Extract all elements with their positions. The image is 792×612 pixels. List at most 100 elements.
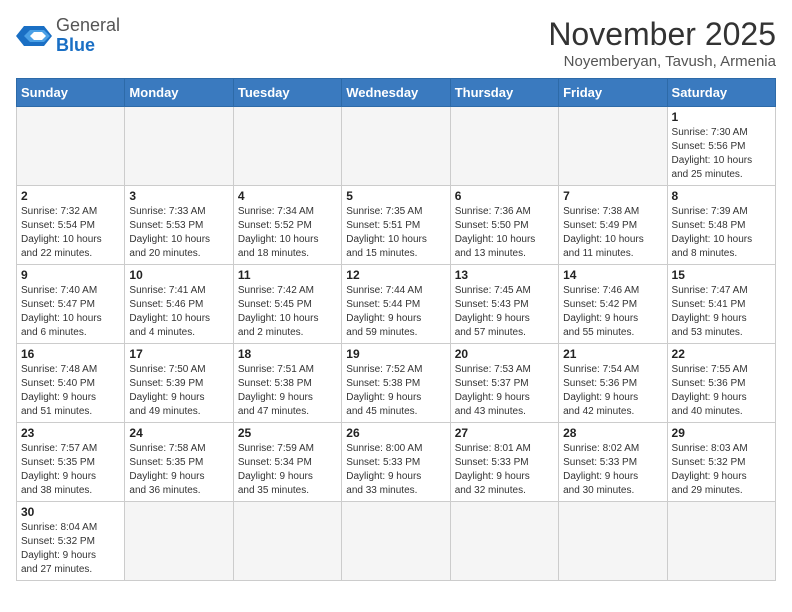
logo: General Blue (16, 16, 120, 56)
day-info: Sunrise: 7:34 AM Sunset: 5:52 PM Dayligh… (238, 205, 337, 261)
day-cell-15: 15 Sunrise: 7:47 AM Sunset: 5:41 PM Dayli… (667, 265, 775, 344)
weekday-header-saturday: Saturday (667, 79, 775, 107)
calendar-row: 30 Sunrise: 8:04 AM Sunset: 5:32 PM Dayli… (17, 502, 776, 581)
day-info: Sunrise: 7:44 AM Sunset: 5:44 PM Dayligh… (346, 284, 445, 340)
day-number: 24 (129, 426, 228, 440)
day-cell-21: 21 Sunrise: 7:54 AM Sunset: 5:36 PM Dayli… (559, 344, 667, 423)
day-cell-19: 19 Sunrise: 7:52 AM Sunset: 5:38 PM Dayli… (342, 344, 450, 423)
day-number: 23 (21, 426, 120, 440)
day-number: 11 (238, 268, 337, 282)
page-header: General Blue November 2025 Noyemberyan, … (16, 16, 776, 70)
day-info: Sunrise: 7:52 AM Sunset: 5:38 PM Dayligh… (346, 363, 445, 419)
day-cell-5: 5 Sunrise: 7:35 AM Sunset: 5:51 PM Daylig… (342, 186, 450, 265)
day-info: Sunrise: 7:58 AM Sunset: 5:35 PM Dayligh… (129, 442, 228, 498)
empty-cell (450, 107, 558, 186)
day-info: Sunrise: 7:32 AM Sunset: 5:54 PM Dayligh… (21, 205, 120, 261)
day-number: 16 (21, 347, 120, 361)
day-number: 1 (672, 110, 771, 124)
day-number: 25 (238, 426, 337, 440)
day-cell-2: 2Sunrise: 7:32 AM Sunset: 5:54 PM Daylig… (17, 186, 125, 265)
weekday-header-friday: Friday (559, 79, 667, 107)
day-info: Sunrise: 7:54 AM Sunset: 5:36 PM Dayligh… (563, 363, 662, 419)
calendar-row: 23 Sunrise: 7:57 AM Sunset: 5:35 PM Dayli… (17, 423, 776, 502)
day-number: 14 (563, 268, 662, 282)
day-info: Sunrise: 7:59 AM Sunset: 5:34 PM Dayligh… (238, 442, 337, 498)
day-number: 19 (346, 347, 445, 361)
day-cell-29: 29 Sunrise: 8:03 AM Sunset: 5:32 PM Dayli… (667, 423, 775, 502)
empty-cell (233, 502, 341, 581)
day-info: Sunrise: 7:47 AM Sunset: 5:41 PM Dayligh… (672, 284, 771, 340)
weekday-header-tuesday: Tuesday (233, 79, 341, 107)
day-cell-6: 6Sunrise: 7:36 AM Sunset: 5:50 PM Daylig… (450, 186, 558, 265)
day-number: 8 (672, 189, 771, 203)
day-info: Sunrise: 7:36 AM Sunset: 5:50 PM Dayligh… (455, 205, 554, 261)
day-number: 22 (672, 347, 771, 361)
empty-cell (450, 502, 558, 581)
day-number: 10 (129, 268, 228, 282)
day-cell-8: 8Sunrise: 7:39 AM Sunset: 5:48 PM Daylig… (667, 186, 775, 265)
day-cell-10: 10 Sunrise: 7:41 AM Sunset: 5:46 PM Dayli… (125, 265, 233, 344)
empty-cell (233, 107, 341, 186)
weekday-header-wednesday: Wednesday (342, 79, 450, 107)
day-info: Sunrise: 8:03 AM Sunset: 5:32 PM Dayligh… (672, 442, 771, 498)
day-cell-4: 4 Sunrise: 7:34 AM Sunset: 5:52 PM Daylig… (233, 186, 341, 265)
logo-icon (16, 22, 52, 50)
day-info: Sunrise: 7:53 AM Sunset: 5:37 PM Dayligh… (455, 363, 554, 419)
day-number: 26 (346, 426, 445, 440)
empty-cell (342, 502, 450, 581)
weekday-header-monday: Monday (125, 79, 233, 107)
weekday-header-thursday: Thursday (450, 79, 558, 107)
day-number: 5 (346, 189, 445, 203)
calendar-row: 16 Sunrise: 7:48 AM Sunset: 5:40 PM Dayli… (17, 344, 776, 423)
calendar-title: November 2025 (548, 16, 776, 53)
day-cell-27: 27Sunrise: 8:01 AM Sunset: 5:33 PM Dayli… (450, 423, 558, 502)
title-block: November 2025 Noyemberyan, Tavush, Armen… (548, 16, 776, 70)
day-cell-26: 26Sunrise: 8:00 AM Sunset: 5:33 PM Dayli… (342, 423, 450, 502)
calendar-subtitle: Noyemberyan, Tavush, Armenia (548, 53, 776, 70)
day-cell-28: 28 Sunrise: 8:02 AM Sunset: 5:33 PM Dayli… (559, 423, 667, 502)
empty-cell (559, 502, 667, 581)
day-info: Sunrise: 7:48 AM Sunset: 5:40 PM Dayligh… (21, 363, 120, 419)
day-info: Sunrise: 7:33 AM Sunset: 5:53 PM Dayligh… (129, 205, 228, 261)
calendar-table: SundayMondayTuesdayWednesdayThursdayFrid… (16, 78, 776, 581)
day-cell-3: 3 Sunrise: 7:33 AM Sunset: 5:53 PM Daylig… (125, 186, 233, 265)
empty-cell (342, 107, 450, 186)
day-info: Sunrise: 7:46 AM Sunset: 5:42 PM Dayligh… (563, 284, 662, 340)
day-cell-1: 1 Sunrise: 7:30 AM Sunset: 5:56 PM Daylig… (667, 107, 775, 186)
empty-cell (125, 502, 233, 581)
calendar-row: 1 Sunrise: 7:30 AM Sunset: 5:56 PM Daylig… (17, 107, 776, 186)
day-info: Sunrise: 8:04 AM Sunset: 5:32 PM Dayligh… (21, 521, 120, 577)
day-number: 21 (563, 347, 662, 361)
day-cell-14: 14 Sunrise: 7:46 AM Sunset: 5:42 PM Dayli… (559, 265, 667, 344)
calendar-row: 2Sunrise: 7:32 AM Sunset: 5:54 PM Daylig… (17, 186, 776, 265)
day-cell-13: 13Sunrise: 7:45 AM Sunset: 5:43 PM Dayli… (450, 265, 558, 344)
day-number: 9 (21, 268, 120, 282)
weekday-header-sunday: Sunday (17, 79, 125, 107)
day-number: 29 (672, 426, 771, 440)
empty-cell (125, 107, 233, 186)
day-number: 3 (129, 189, 228, 203)
day-number: 4 (238, 189, 337, 203)
day-info: Sunrise: 7:41 AM Sunset: 5:46 PM Dayligh… (129, 284, 228, 340)
day-number: 30 (21, 505, 120, 519)
day-cell-16: 16 Sunrise: 7:48 AM Sunset: 5:40 PM Dayli… (17, 344, 125, 423)
day-info: Sunrise: 7:55 AM Sunset: 5:36 PM Dayligh… (672, 363, 771, 419)
day-number: 17 (129, 347, 228, 361)
day-number: 12 (346, 268, 445, 282)
empty-cell (667, 502, 775, 581)
day-info: Sunrise: 7:38 AM Sunset: 5:49 PM Dayligh… (563, 205, 662, 261)
day-number: 20 (455, 347, 554, 361)
day-info: Sunrise: 7:30 AM Sunset: 5:56 PM Dayligh… (672, 126, 771, 182)
day-cell-25: 25 Sunrise: 7:59 AM Sunset: 5:34 PM Dayli… (233, 423, 341, 502)
day-number: 28 (563, 426, 662, 440)
day-cell-12: 12 Sunrise: 7:44 AM Sunset: 5:44 PM Dayli… (342, 265, 450, 344)
weekday-header-row: SundayMondayTuesdayWednesdayThursdayFrid… (17, 79, 776, 107)
day-info: Sunrise: 7:40 AM Sunset: 5:47 PM Dayligh… (21, 284, 120, 340)
day-info: Sunrise: 7:35 AM Sunset: 5:51 PM Dayligh… (346, 205, 445, 261)
day-info: Sunrise: 7:57 AM Sunset: 5:35 PM Dayligh… (21, 442, 120, 498)
day-info: Sunrise: 8:02 AM Sunset: 5:33 PM Dayligh… (563, 442, 662, 498)
day-number: 15 (672, 268, 771, 282)
day-cell-22: 22 Sunrise: 7:55 AM Sunset: 5:36 PM Dayli… (667, 344, 775, 423)
day-info: Sunrise: 7:42 AM Sunset: 5:45 PM Dayligh… (238, 284, 337, 340)
day-cell-30: 30 Sunrise: 8:04 AM Sunset: 5:32 PM Dayli… (17, 502, 125, 581)
